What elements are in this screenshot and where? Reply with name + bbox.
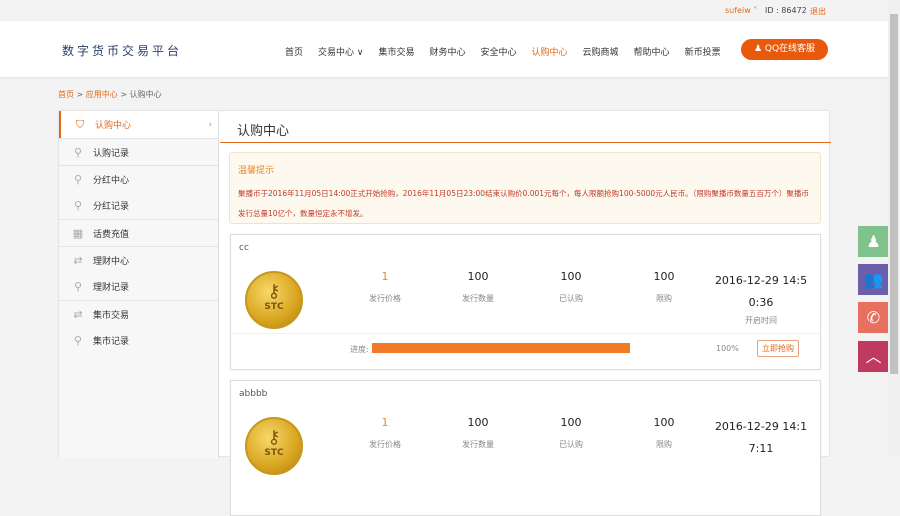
coin-name: abbbb xyxy=(239,389,268,399)
user-id: ID : 86472 xyxy=(765,6,807,15)
back-to-top-icon: ︿ xyxy=(865,347,882,366)
header: 数字货币交易平台 首页 交易中心 ∨ 集市交易 财务中心 安全中心 认购中心 云… xyxy=(0,21,888,77)
group-float-button[interactable]: 👥 xyxy=(858,264,889,295)
sidebar-item-phone-recharge[interactable]: ▦ 话费充值 xyxy=(59,219,218,246)
search-plus-icon: ⚲ xyxy=(73,172,83,186)
coin-logo: ⚷ STC xyxy=(245,271,303,329)
nav-trade[interactable]: 交易中心 ∨ xyxy=(318,45,363,58)
search-icon: ⚲ xyxy=(73,280,83,293)
content: ⛉ 认购中心 › ⚲ 认购记录 ⚲ 分红中心 ⚲ 分红记录 ▦ 话费充值 ⇄ 理财中心 ⚲ 理财… xyxy=(58,110,831,516)
nav-home[interactable]: 首页 xyxy=(285,45,303,58)
sidebar-item-wealth[interactable]: ⇄ 理财中心 xyxy=(59,246,218,273)
start-time: 2016-12-29 14:1 7:11 xyxy=(714,420,808,455)
stat-price: 1 发行价格 xyxy=(369,416,401,449)
qq-icon: ♟ xyxy=(866,232,881,251)
sidebar-item-subscribe[interactable]: ⛉ 认购中心 › xyxy=(59,111,218,138)
crumb-sep: > xyxy=(117,90,130,99)
phone-float-button[interactable]: ✆ xyxy=(858,302,889,333)
start-time: 2016-12-29 14:5 0:36 开启时间 xyxy=(714,274,808,325)
sidebar-item-dividend[interactable]: ⚲ 分红中心 xyxy=(59,165,218,192)
search-icon: ⚲ xyxy=(73,334,83,347)
crumb-current: 认购中心 xyxy=(129,90,162,99)
crumb-sep: > xyxy=(74,90,86,99)
qq-service-button[interactable]: ♟ QQ在线客服 xyxy=(741,39,828,60)
back-to-top-button[interactable]: ︿ xyxy=(858,341,889,372)
sidebar-item-market-records[interactable]: ⚲ 集市记录 xyxy=(59,327,218,354)
coin-name: cc xyxy=(239,243,249,253)
sidebar-item-market-trade[interactable]: ⇄ 集市交易 xyxy=(59,300,218,327)
crumb-app[interactable]: 应用中心 xyxy=(86,90,118,99)
nav-subscribe[interactable]: 认购中心 xyxy=(532,45,568,58)
notice-body: 聚播币于2016年11月05日14:00正式开始抢购，2016年11月05日23… xyxy=(238,189,809,218)
crumb-home[interactable]: 首页 xyxy=(58,90,74,99)
progress-label: 进度: xyxy=(350,345,369,354)
calendar-icon: ▦ xyxy=(72,226,84,240)
subscription-card: cc ⚷ STC 1 发行价格 100 发行数量 100 已认购 100 限购 2016-… xyxy=(230,234,822,370)
breadcrumb: 首页 > 应用中心 > 认购中心 xyxy=(58,89,162,100)
nav-security[interactable]: 安全中心 xyxy=(481,45,517,58)
sidebar-label: 认购记录 xyxy=(93,148,130,159)
chevron-right-icon: › xyxy=(208,119,212,130)
page-title: 认购中心 xyxy=(220,111,831,143)
users-icon: 👥 xyxy=(863,270,884,289)
nav-finance[interactable]: 财务中心 xyxy=(429,45,465,58)
sidebar-label: 分红记录 xyxy=(93,202,130,212)
nav-vote[interactable]: 新币投票 xyxy=(685,45,721,58)
sidebar: ⛉ 认购中心 › ⚲ 认购记录 ⚲ 分红中心 ⚲ 分红记录 ▦ 话费充值 ⇄ 理财中心 ⚲ 理财… xyxy=(59,111,219,458)
top-bar: sufeiw ˅ ID : 86472 退出 xyxy=(0,0,888,21)
main-nav: 首页 交易中心 ∨ 集市交易 财务中心 安全中心 认购中心 云购商城 帮助中心 … xyxy=(285,45,736,58)
exchange-icon: ⇄ xyxy=(73,253,83,267)
main-panel: 认购中心 温馨提示 聚播币于2016年11月05日14:00正式开始抢购，201… xyxy=(220,111,831,516)
stat-sold: 100 已认购 xyxy=(559,416,583,449)
logout-link[interactable]: 退出 xyxy=(810,6,826,17)
qq-icon: ♟ xyxy=(753,44,763,54)
notice-box: 温馨提示 聚播币于2016年11月05日14:00正式开始抢购，2016年11月… xyxy=(229,152,821,224)
progress-bar xyxy=(372,343,630,353)
qq-label: QQ在线客服 xyxy=(764,44,816,54)
sidebar-label: 认购中心 xyxy=(95,121,132,131)
subscription-card: abbbb ⚷ STC 1 发行价格 100 发行数量 100 已认购 100 限购 20… xyxy=(230,380,821,516)
phone-icon: ✆ xyxy=(866,308,881,327)
scrollbar-thumb[interactable] xyxy=(890,14,898,374)
notice-title: 温馨提示 xyxy=(238,166,275,176)
sidebar-item-subscribe-records[interactable]: ⚲ 认购记录 xyxy=(59,138,218,165)
nav-cloud-shop[interactable]: 云购商城 xyxy=(583,45,619,58)
sidebar-label: 集市交易 xyxy=(93,310,130,321)
sidebar-label: 分红中心 xyxy=(93,175,130,186)
sidebar-label: 理财记录 xyxy=(93,283,130,293)
progress-row: 进度: 100% 立即抢购 xyxy=(231,333,822,363)
qq-float-button[interactable]: ♟ xyxy=(858,226,889,257)
sidebar-label: 理财中心 xyxy=(93,256,130,267)
sidebar-label: 话费充值 xyxy=(93,229,130,240)
stat-qty: 100 发行数量 xyxy=(462,270,494,303)
stat-qty: 100 发行数量 xyxy=(462,416,494,449)
search-icon: ⚲ xyxy=(73,199,83,212)
sidebar-label: 集市记录 xyxy=(93,337,130,347)
coin-logo: ⚷ STC xyxy=(245,417,303,475)
search-icon: ⚲ xyxy=(73,145,83,159)
buy-now-button[interactable]: 立即抢购 xyxy=(757,340,799,357)
sidebar-item-dividend-records[interactable]: ⚲ 分红记录 xyxy=(59,192,218,219)
stat-limit: 100 限购 xyxy=(653,270,675,303)
stat-limit: 100 限购 xyxy=(653,416,675,449)
user-menu[interactable]: sufeiw ˅ xyxy=(725,6,757,15)
shield-icon: ⛉ xyxy=(75,117,85,131)
sidebar-item-wealth-records[interactable]: ⚲ 理财记录 xyxy=(59,273,218,300)
nav-help[interactable]: 帮助中心 xyxy=(634,45,670,58)
stat-price: 1 发行价格 xyxy=(369,270,401,303)
username: sufeiw xyxy=(725,6,751,15)
exchange-icon: ⇄ xyxy=(73,307,83,321)
nav-market[interactable]: 集市交易 xyxy=(378,45,414,58)
logo[interactable]: 数字货币交易平台 xyxy=(62,42,182,59)
stat-sold: 100 已认购 xyxy=(559,270,583,303)
progress-percent: 100% xyxy=(716,344,739,353)
